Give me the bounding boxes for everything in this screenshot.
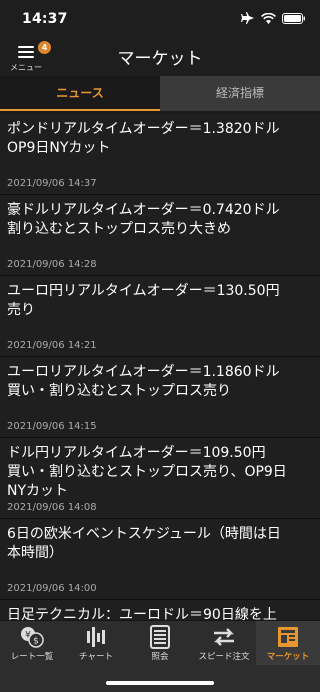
news-item[interactable]: 豪ドルリアルタイムオーダー＝0.7420ドル 割り込むとストップロス売り大きめ … (0, 195, 320, 276)
news-item[interactable]: ユーロ円リアルタイムオーダー＝130.50円 売り 2021/09/06 14:… (0, 276, 320, 357)
status-icons (241, 12, 306, 24)
tab-news[interactable]: ニュース (0, 76, 160, 111)
news-title: ドル円リアルタイムオーダー＝109.50円 買い・割り込むとストップロス売り、O… (7, 445, 287, 499)
wifi-icon (261, 12, 276, 24)
news-list: ポンドリアルタイムオーダー＝1.3820ドル OP9日NYカット 2021/09… (0, 114, 320, 620)
tabbar-label: レート一覧 (10, 652, 54, 662)
news-item[interactable]: 日足テクニカル：ユーロドル＝90日線を上 (0, 600, 320, 620)
tabbar-label: チャート (79, 652, 113, 662)
news-item[interactable]: ユーロリアルタイムオーダー＝1.1860ドル 買い・割り込むとストップロス売り … (0, 357, 320, 438)
speed-order-icon (214, 628, 234, 646)
news-title: 日足テクニカル：ユーロドル＝90日線を上 (7, 607, 277, 620)
tab-economic-indicators[interactable]: 経済指標 (160, 76, 320, 111)
market-icon (278, 627, 298, 647)
news-date: 2021/09/06 14:21 (7, 340, 97, 351)
rate-list-icon: ¥ $ (21, 627, 44, 648)
news-item[interactable]: ポンドリアルタイムオーダー＝1.3820ドル OP9日NYカット 2021/09… (0, 114, 320, 195)
tabbar-label: マーケット (266, 652, 310, 662)
tabbar-item-market[interactable]: マーケット (256, 621, 320, 665)
page-title: マーケット (117, 49, 203, 69)
news-title: ユーロリアルタイムオーダー＝1.1860ドル 買い・割り込むとストップロス売り (7, 364, 280, 399)
news-date: 2021/09/06 14:37 (7, 178, 97, 189)
tabbar-label: スピード注文 (198, 652, 250, 662)
tabbar-label: 照会 (151, 652, 169, 662)
tabbar-item-speed-order[interactable]: スピード注文 (192, 621, 256, 665)
battery-icon (282, 12, 305, 24)
status-bar: 14:37 (0, 0, 320, 36)
news-item[interactable]: ドル円リアルタイムオーダー＝109.50円 買い・割り込むとストップロス売り、O… (0, 438, 320, 519)
home-indicator (106, 681, 214, 685)
news-title: ポンドリアルタイムオーダー＝1.3820ドル OP9日NYカット (7, 121, 280, 156)
segment-tabs: ニュース 経済指標 (0, 76, 320, 111)
news-date: 2021/09/06 14:08 (7, 502, 97, 513)
news-title: 6日の欧米イベントスケジュール（時間は日 本時間） (7, 526, 281, 561)
news-date: 2021/09/06 14:15 (7, 421, 97, 432)
airplane-icon (241, 12, 254, 24)
news-date: 2021/09/06 14:28 (7, 259, 97, 270)
news-title: 豪ドルリアルタイムオーダー＝0.7420ドル 割り込むとストップロス売り大きめ (7, 202, 280, 237)
bottom-tab-bar: ¥ $ レート一覧 チャート 照会 スピード注文 マーケット (0, 620, 320, 692)
svg-text:$: $ (33, 637, 39, 647)
news-title: ユーロ円リアルタイムオーダー＝130.50円 売り (7, 283, 280, 318)
news-date: 2021/09/06 14:00 (7, 583, 97, 594)
inquiry-icon (150, 625, 170, 649)
tabbar-item-rate-list[interactable]: ¥ $ レート一覧 (0, 621, 64, 665)
tabbar-item-inquiry[interactable]: 照会 (128, 621, 192, 665)
status-time: 14:37 (22, 11, 68, 27)
tabbar-item-chart[interactable]: チャート (64, 621, 128, 665)
news-item[interactable]: 6日の欧米イベントスケジュール（時間は日 本時間） 2021/09/06 14:… (0, 519, 320, 600)
header: 4 メニュー マーケット (0, 36, 320, 76)
chart-icon (87, 627, 105, 647)
